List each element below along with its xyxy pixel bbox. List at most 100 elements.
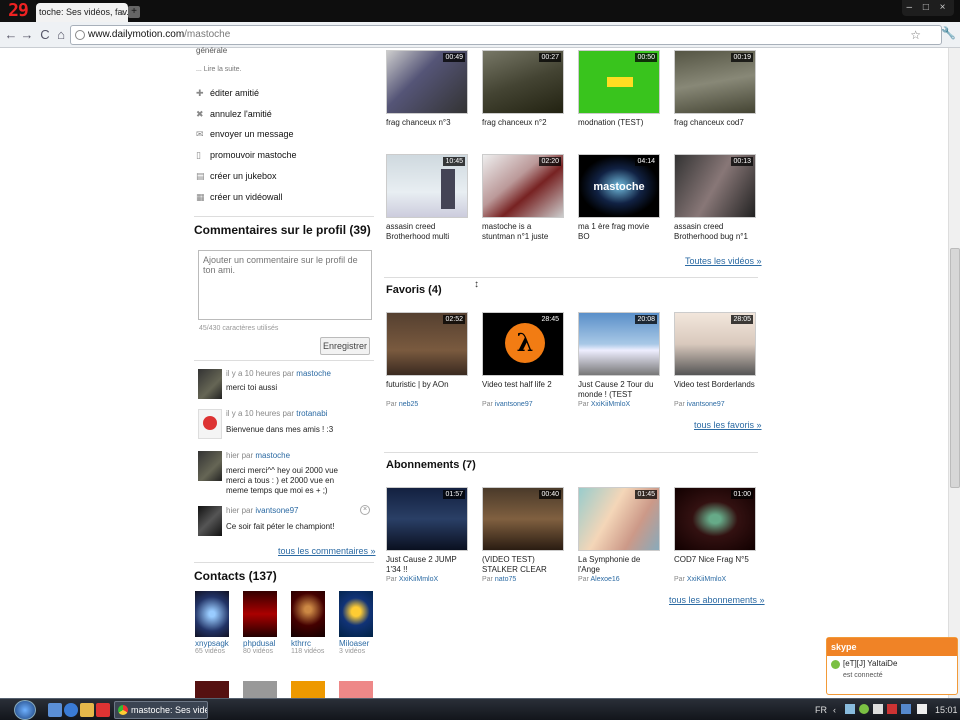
volume-icon[interactable] (873, 704, 883, 714)
avatar[interactable] (291, 591, 325, 637)
author-link[interactable]: neb25 (399, 401, 418, 408)
tray-app-icon[interactable] (917, 704, 927, 714)
read-more-link[interactable]: ... Lire la suite. (196, 66, 242, 73)
window-controls[interactable]: – □ × (902, 0, 954, 16)
folder-icon[interactable] (80, 703, 94, 717)
avatar[interactable] (291, 681, 325, 698)
contact-name[interactable]: kthrrc (291, 639, 331, 648)
create-videowall-link[interactable]: ▦ créer un vidéowall (196, 190, 283, 204)
taskbar-window-button[interactable]: mastoche: Ses vidéo... (114, 701, 208, 719)
video-thumbnail[interactable]: 28:05 (674, 312, 756, 376)
avatar[interactable] (243, 681, 277, 698)
video-thumbnail[interactable]: 02:20 (482, 154, 564, 218)
video-item[interactable]: 00:40 (VIDEO TEST) STALKER CLEAR SKY Par… (482, 487, 564, 584)
video-thumbnail[interactable]: 02:52 (386, 312, 468, 376)
video-title[interactable]: assasin creed Brotherhood multi (TEST) (386, 222, 468, 242)
video-item[interactable]: 00:50 modnation (TEST) (578, 50, 660, 138)
save-comment-button[interactable]: Enregistrer (320, 337, 370, 355)
forward-button[interactable]: → (20, 27, 34, 43)
author-link[interactable]: nato75 (495, 576, 516, 583)
comment-user-link[interactable]: mastoche (296, 369, 331, 378)
new-tab-button[interactable]: + (128, 6, 140, 18)
video-thumbnail[interactable]: 10:45 (386, 154, 468, 218)
video-title[interactable]: frag chanceux n°3 (386, 118, 468, 138)
video-title[interactable]: Just Cause 2 Tour du monde ! (TEST DETEN… (578, 380, 660, 400)
video-item[interactable]: 04:14 mastoche ma 1 ère frag movie BO (578, 154, 660, 242)
video-item[interactable]: 00:19 frag chanceux cod7 (674, 50, 756, 138)
show-desktop-icon[interactable] (48, 703, 62, 717)
video-item[interactable]: 02:52 futuristic | by AOn Par neb25 (386, 312, 468, 409)
video-thumbnail[interactable]: 01:45 (578, 487, 660, 551)
video-item[interactable]: 00:49 frag chanceux n°3 (386, 50, 468, 138)
video-title[interactable]: frag chanceux n°2 (482, 118, 564, 138)
delete-comment-icon[interactable]: × (360, 505, 370, 515)
internet-explorer-icon[interactable] (64, 703, 78, 717)
all-favorites-link[interactable]: tous les favoris » (694, 420, 762, 430)
avatar[interactable] (195, 591, 229, 637)
tray-app-icon[interactable] (887, 704, 897, 714)
comment-user-link[interactable]: ivantsone97 (255, 506, 298, 515)
video-title[interactable]: assasin creed Brotherhood bug n°1 (674, 222, 756, 242)
skype-tray-icon[interactable] (859, 704, 869, 714)
video-thumbnail[interactable]: 01:00 (674, 487, 756, 551)
comment-user-link[interactable]: trotanabi (296, 409, 327, 418)
send-message-link[interactable]: ✉ envoyer un message (196, 127, 294, 141)
all-videos-link[interactable]: Toutes les vidéos » (685, 256, 762, 266)
scrollbar-thumb[interactable] (950, 248, 960, 488)
author-link[interactable]: ivantsone97 (687, 401, 725, 408)
back-button[interactable]: ← (4, 27, 18, 43)
avatar[interactable] (198, 409, 222, 439)
avatar[interactable] (243, 591, 277, 637)
video-thumbnail[interactable]: 01:57 (386, 487, 468, 551)
avatar[interactable] (198, 451, 222, 481)
video-thumbnail[interactable]: 20:08 (578, 312, 660, 376)
avatar[interactable] (339, 681, 373, 698)
skype-notification[interactable]: skype [eT][J] YaItaiDe est connecté (826, 637, 958, 695)
home-button[interactable]: ⌂ (54, 27, 68, 43)
wrench-menu-icon[interactable]: 🔧 (941, 26, 956, 40)
contact-card[interactable]: xnypsagk 65 vidéos (195, 591, 235, 655)
contact-name[interactable]: Miloaser (339, 639, 379, 648)
video-title[interactable]: Video test Borderlands (674, 380, 756, 400)
video-thumbnail[interactable]: 00:50 (578, 50, 660, 114)
page-scrollbar[interactable] (948, 48, 960, 698)
video-item[interactable]: 20:08 Just Cause 2 Tour du monde ! (TEST… (578, 312, 660, 409)
video-item[interactable]: 00:13 assasin creed Brotherhood bug n°1 (674, 154, 756, 242)
video-item[interactable]: 10:45 assasin creed Brotherhood multi (T… (386, 154, 468, 242)
author-link[interactable]: XxiKiiMmloX (591, 401, 630, 408)
video-title[interactable]: ma 1 ère frag movie BO (578, 222, 660, 242)
video-thumbnail[interactable]: 00:40 (482, 487, 564, 551)
create-jukebox-link[interactable]: ▤ créer un jukebox (196, 169, 277, 183)
video-item[interactable]: 01:57 Just Cause 2 JUMP 1'34 !! Par XxiK… (386, 487, 468, 584)
author-link[interactable]: XxiKiiMmloX (399, 576, 438, 583)
all-subscriptions-link[interactable]: tous les abonnements » (669, 595, 765, 605)
video-thumbnail[interactable]: 00:19 (674, 50, 756, 114)
author-link[interactable]: Alexoe16 (590, 576, 619, 583)
video-item[interactable]: 28:05 Video test Borderlands Par ivantso… (674, 312, 756, 409)
video-title[interactable]: La Symphonie de l'Ange (578, 555, 660, 575)
author-link[interactable]: ivantsone97 (495, 401, 533, 408)
video-title[interactable]: modnation (TEST) (578, 118, 660, 138)
video-thumbnail[interactable]: 28:45 λ (482, 312, 564, 376)
comment-textarea[interactable] (198, 250, 372, 320)
edit-friendship-link[interactable]: ✚ éditer amitié (196, 86, 259, 100)
language-indicator[interactable]: FR (815, 699, 827, 721)
reload-button[interactable]: C (38, 27, 52, 43)
avatar[interactable] (198, 369, 222, 399)
video-item[interactable]: 02:20 mastoche is a stuntman n°1 juste c… (482, 154, 564, 242)
video-title[interactable]: Just Cause 2 JUMP 1'34 !! (386, 555, 468, 575)
avatar[interactable] (339, 591, 373, 637)
comment-user-link[interactable]: mastoche (255, 451, 290, 460)
promote-link[interactable]: ▯ promouvoir mastoche (196, 148, 297, 162)
avatar[interactable] (198, 506, 222, 536)
start-button[interactable] (14, 700, 36, 720)
clock[interactable]: 15:01 (935, 699, 958, 721)
tab-close-icon[interactable]: x (120, 3, 125, 22)
contact-card[interactable]: phpdusal 80 vidéos (243, 591, 283, 655)
video-title[interactable]: frag chanceux cod7 (674, 118, 756, 138)
cancel-friendship-link[interactable]: ✖ annulez l'amitié (196, 107, 272, 121)
media-player-icon[interactable] (96, 703, 110, 717)
address-bar[interactable]: www.dailymotion.com/mastoche ☆ (70, 25, 942, 45)
avatar[interactable] (195, 681, 229, 698)
video-item[interactable]: 00:27 frag chanceux n°2 (482, 50, 564, 138)
